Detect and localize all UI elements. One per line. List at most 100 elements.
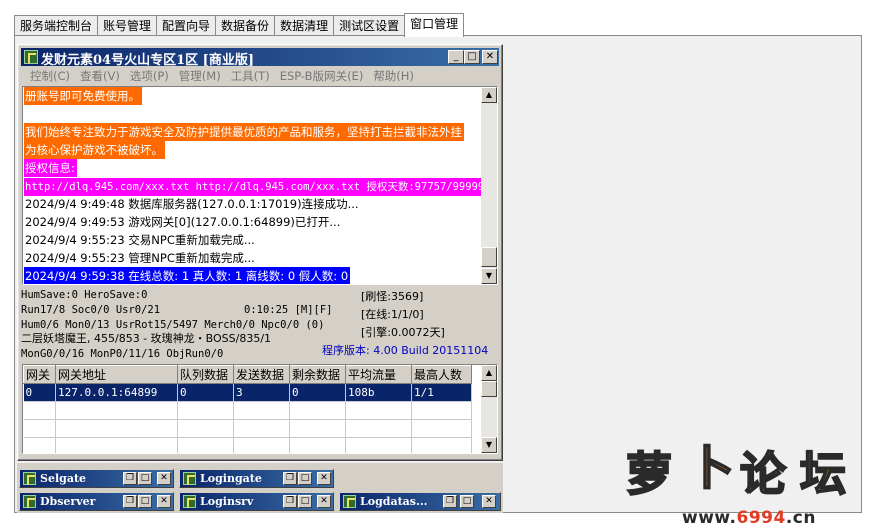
- menu-help[interactable]: 帮助(H): [368, 67, 419, 85]
- log-line: http://dlq.945.com/xxx.txt http://dlq.94…: [23, 177, 487, 196]
- close-button[interactable]: ✕: [317, 495, 331, 508]
- log-line-text: 2024/9/4 9:49:48 数据库服务器(127.0.0.1:17019)…: [25, 197, 359, 211]
- log-line: 我们始终专注致力于游戏安全及防护提供最优质的产品和服务，坚持打击拦截非法外挂: [23, 123, 483, 141]
- table-row[interactable]: 0 127.0.0.1:64899 0 3 0 108b 1/1: [23, 383, 472, 402]
- restore-button[interactable]: ❐: [443, 495, 457, 508]
- watermark-logo: 萝 卜 论 坛 www.6994.cn: [622, 430, 872, 530]
- log-line-text: 2024/9/4 9:49:53 游戏网关[0](127.0.0.1:64899…: [25, 215, 341, 229]
- table-cell: 0: [177, 383, 234, 402]
- gateway-table[interactable]: 网关 网关地址 队列数据 发送数据 剩余数据 平均流量 最高人数 0 127.0…: [22, 364, 498, 454]
- log-line: 2024/9/4 9:55:23 交易NPC重新加载完成...: [23, 231, 483, 249]
- window-title: 发财元素04号火山专区1区 [商业版]: [41, 53, 254, 68]
- log-line: 册账号即可免费使用。: [23, 87, 483, 105]
- log-scrollbar[interactable]: ▲ ▼: [481, 87, 497, 284]
- table-header-row: 网关 网关地址 队列数据 发送数据 剩余数据 平均流量 最高人数: [23, 365, 472, 384]
- app-icon: [24, 50, 38, 64]
- restore-button[interactable]: ❐: [283, 495, 297, 508]
- window-titlebar[interactable]: 发财元素04号火山专区1区 [商业版] _ □ ✕: [21, 48, 499, 68]
- log-line: 为核心保护游戏不被破坏。: [23, 141, 483, 159]
- tab-config-wizard[interactable]: 配置向导: [156, 15, 217, 37]
- status-engine: [引擎:0.0072天]: [361, 326, 445, 339]
- close-button[interactable]: ✕: [482, 495, 496, 508]
- menu-esp-gateway[interactable]: ESP-B版网关(E): [275, 67, 369, 85]
- menu-tools[interactable]: 工具(T): [226, 67, 275, 85]
- table-row-empty[interactable]: [23, 419, 472, 438]
- status-humsave: HumSave:0 HeroSave:0: [21, 289, 148, 301]
- restore-button[interactable]: ❐: [123, 472, 137, 485]
- close-button[interactable]: ✕: [482, 50, 498, 64]
- col-header-gateway-address[interactable]: 网关地址: [55, 365, 178, 384]
- app-icon: [23, 472, 36, 485]
- minimized-window-loginsrv[interactable]: Loginsrv ❐ □ ✕: [179, 492, 334, 511]
- col-header-avg-traffic[interactable]: 平均流量: [345, 365, 412, 384]
- tab-account-management[interactable]: 账号管理: [97, 15, 158, 37]
- status-timer: 0:10:25 [M][F]: [244, 304, 333, 316]
- close-button[interactable]: ✕: [157, 495, 171, 508]
- scroll-up-icon[interactable]: ▲: [481, 87, 497, 103]
- table-cell: 127.0.0.1:64899: [55, 383, 178, 402]
- tab-test-zone-settings[interactable]: 测试区设置: [333, 15, 406, 37]
- minimized-title: Selgate: [40, 472, 87, 485]
- status-run: Run17/8 Soc0/0 Usr0/21: [21, 304, 161, 316]
- menu-view[interactable]: 查看(V): [75, 67, 125, 85]
- tab-window-management[interactable]: 窗口管理: [404, 13, 465, 37]
- maximize-button[interactable]: □: [138, 472, 152, 485]
- table-row-empty[interactable]: [23, 401, 472, 420]
- restore-button[interactable]: ❐: [123, 495, 137, 508]
- status-hum: Hum0/6 Mon0/13 UsrRot15/5497 Merch0/0 Np…: [21, 319, 325, 331]
- scroll-down-icon[interactable]: ▼: [481, 437, 497, 453]
- watermark-char: 论: [739, 446, 787, 502]
- program-version: 程序版本: 4.00 Build 20151104: [322, 344, 489, 357]
- scroll-down-icon[interactable]: ▼: [481, 268, 497, 284]
- maximize-button[interactable]: □: [298, 472, 312, 485]
- watermark-url: www.6994.cn: [682, 508, 816, 528]
- watermark-url-suffix: .cn: [785, 508, 816, 528]
- tab-data-backup[interactable]: 数据备份: [215, 15, 276, 37]
- log-panel[interactable]: 册账号即可免费使用。 我们始终专注致力于游戏安全及防护提供最优质的产品和服务，坚持…: [22, 86, 498, 285]
- log-line: 2024/9/4 9:55:23 管理NPC重新加载完成...: [23, 249, 483, 267]
- col-header-remaining-data[interactable]: 剩余数据: [289, 365, 346, 384]
- maximize-button[interactable]: □: [298, 495, 312, 508]
- col-header-gateway[interactable]: 网关: [23, 365, 56, 384]
- close-button[interactable]: ✕: [317, 472, 331, 485]
- app-icon: [23, 495, 36, 508]
- minimized-window-logdataserver[interactable]: Logdatas... ❐ □ ✕: [339, 492, 501, 511]
- menu-options[interactable]: 选项(P): [125, 67, 174, 85]
- minimized-window-logingate[interactable]: Logingate ❐ □ ✕: [179, 469, 334, 488]
- app-icon: [183, 472, 196, 485]
- maximize-button[interactable]: □: [138, 495, 152, 508]
- app-icon: [183, 495, 196, 508]
- scroll-up-icon[interactable]: ▲: [481, 365, 497, 381]
- table-cell: 1/1: [411, 383, 472, 402]
- minimized-window-dbserver[interactable]: Dbserver ❐ □ ✕: [19, 492, 174, 511]
- tab-server-console[interactable]: 服务端控制台: [14, 15, 99, 37]
- menu-control[interactable]: 控制(C): [25, 67, 75, 85]
- restore-button[interactable]: ❐: [283, 472, 297, 485]
- maximize-button[interactable]: □: [460, 495, 474, 508]
- table-cell: 108b: [345, 383, 412, 402]
- watermark-char: 卜: [687, 440, 735, 496]
- log-line-text: 为核心保护游戏不被破坏。: [24, 141, 165, 159]
- status-online: [在线:1/1/0]: [361, 308, 424, 321]
- status-area: HumSave:0 HeroSave:0 Run17/8 Soc0/0 Usr0…: [20, 287, 500, 361]
- log-line-text: 2024/9/4 9:59:38 在线总数: 1 真人数: 1 离线数: 0 假…: [24, 267, 351, 284]
- grid-scrollbar[interactable]: ▲ ▼: [481, 365, 497, 453]
- table-cell: 3: [233, 383, 290, 402]
- col-header-max-users[interactable]: 最高人数: [411, 365, 472, 384]
- table-cell: 0: [289, 383, 346, 402]
- col-header-queue-data[interactable]: 队列数据: [177, 365, 234, 384]
- log-line-text: 授权信息:: [24, 159, 77, 177]
- close-button[interactable]: ✕: [157, 472, 171, 485]
- tab-data-cleanup[interactable]: 数据清理: [274, 15, 335, 37]
- scroll-thumb[interactable]: [481, 381, 497, 397]
- scroll-thumb[interactable]: [481, 247, 497, 267]
- maximize-button[interactable]: □: [464, 50, 480, 64]
- menu-manage[interactable]: 管理(M): [174, 67, 226, 85]
- minimize-button[interactable]: _: [448, 50, 464, 64]
- log-line-text: http://dlq.945.com/xxx.txt http://dlq.94…: [24, 178, 487, 196]
- minimized-window-selgate[interactable]: Selgate ❐ □ ✕: [19, 469, 174, 488]
- minimized-title: Logdatas...: [360, 495, 428, 508]
- table-row-empty[interactable]: [23, 437, 472, 453]
- col-header-sent-data[interactable]: 发送数据: [233, 365, 290, 384]
- log-lines: 册账号即可免费使用。 我们始终专注致力于游戏安全及防护提供最优质的产品和服务，坚持…: [23, 87, 487, 284]
